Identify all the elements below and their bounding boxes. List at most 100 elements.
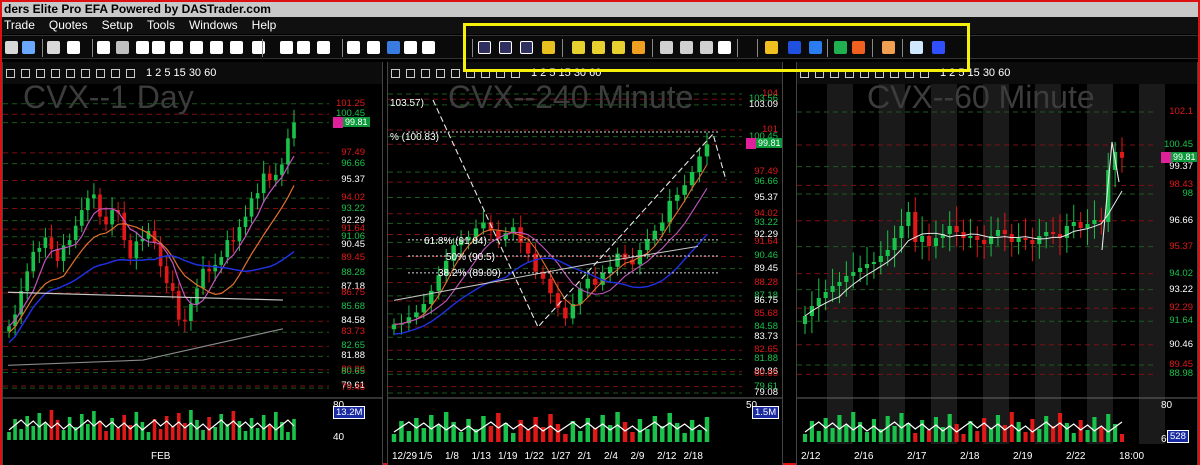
mail-icon[interactable] <box>404 41 417 54</box>
price-axis-label: 88.28 <box>341 266 365 278</box>
candle-body <box>823 292 828 298</box>
volume-bar <box>1119 434 1125 442</box>
price-chart[interactable] <box>797 62 1198 465</box>
select-icon[interactable] <box>297 41 310 54</box>
list-icon[interactable] <box>67 41 80 54</box>
list-icon[interactable] <box>152 41 165 54</box>
price-axis-label: 80.65 <box>754 368 778 380</box>
sitemap-icon[interactable] <box>280 41 293 54</box>
price-axis-label: 89.45 <box>754 262 778 274</box>
list-icon[interactable] <box>47 41 60 54</box>
volume-bar <box>183 423 187 440</box>
volume-bar <box>933 417 939 442</box>
x-axis-label: 2/17 <box>907 451 927 462</box>
price-axis-label: 96.66 <box>341 157 365 169</box>
menu-windows[interactable]: Windows <box>189 17 238 34</box>
video-icon[interactable] <box>387 41 400 54</box>
window-icon[interactable] <box>422 41 435 54</box>
fibonacci-label: 103.57) <box>390 98 424 109</box>
x-axis-label: 2/1 <box>577 451 592 462</box>
globe-icon[interactable] <box>22 41 35 54</box>
candle-body <box>267 173 272 181</box>
session-shading <box>983 84 1009 444</box>
chart-pane-daily[interactable]: 1 2 5 15 30 60CVX--1 Day101.25100.4599.8… <box>2 62 383 465</box>
grid-icon[interactable] <box>317 41 330 54</box>
alarm-icon[interactable] <box>367 41 380 54</box>
chart-pane-60min[interactable]: 1 2 5 15 30 60 CVX--60 Minute 102.1 100.45 9… <box>796 62 1198 465</box>
link-icon[interactable] <box>116 41 129 54</box>
help-icon[interactable] <box>230 41 243 54</box>
volume-bar <box>995 415 1001 442</box>
candle-body <box>86 198 90 211</box>
volume-bar <box>79 414 84 440</box>
volume-bar <box>968 421 973 442</box>
x-axis-label: 2/12 <box>801 451 821 462</box>
menu-quotes[interactable]: Quotes <box>49 17 88 34</box>
x-axis-label: 1/5 <box>418 451 433 462</box>
candle-body <box>481 222 486 229</box>
volume-bar <box>674 423 680 442</box>
volume-bar <box>231 411 236 440</box>
chart-pane-240min[interactable]: 1 2 5 15 30 60 CVX--240 Minute 104 103.56 10… <box>387 62 783 465</box>
toolbar-separator <box>342 39 343 57</box>
volume-bar <box>511 433 516 442</box>
price-axis-label: 85.68 <box>754 307 778 319</box>
candle-body <box>1085 224 1090 228</box>
volume-bar <box>25 416 30 440</box>
chart-icon[interactable] <box>190 41 203 54</box>
window-title: ders Elite Pro EFA Powered by DASTrader.… <box>2 2 1198 17</box>
menu-help[interactable]: Help <box>252 17 277 34</box>
price-chart[interactable] <box>3 62 383 465</box>
volume-bar <box>443 412 449 442</box>
candle-body <box>802 316 808 324</box>
volume-bar <box>249 418 254 440</box>
last-price-badge: 99.81 <box>1171 151 1197 162</box>
session-shading <box>879 84 905 444</box>
volume-bar <box>1085 430 1090 442</box>
candle-body <box>968 236 973 238</box>
toolbar-separator <box>42 39 43 57</box>
chart-icon[interactable] <box>170 41 183 54</box>
volume-bar <box>43 423 48 440</box>
menu-tools[interactable]: Tools <box>147 17 175 34</box>
candle-body <box>37 247 42 252</box>
x-axis-label: 2/18 <box>683 451 703 462</box>
menu-setup[interactable]: Setup <box>102 17 133 34</box>
price-chart[interactable] <box>388 62 783 465</box>
info-icon[interactable] <box>136 41 149 54</box>
candle-body <box>7 326 11 332</box>
lock-icon[interactable] <box>5 41 18 54</box>
session-shading <box>931 84 957 444</box>
candle-body <box>995 230 1001 236</box>
candle-body <box>592 278 598 285</box>
candle-body <box>585 278 590 289</box>
candle-body <box>49 237 54 250</box>
volume-bar <box>7 432 11 440</box>
clock-icon[interactable] <box>97 41 110 54</box>
candle-body <box>926 236 932 246</box>
volume-bar <box>645 429 650 442</box>
volume-bar <box>176 413 181 440</box>
volume-bar <box>697 430 702 442</box>
volume-badge: 13.2M <box>333 406 366 419</box>
candle-body <box>207 268 211 272</box>
clock-icon[interactable] <box>347 41 360 54</box>
session-shading <box>1087 84 1113 444</box>
candle-body <box>1016 238 1021 242</box>
candle-body <box>55 249 60 261</box>
volume-bar <box>13 419 17 440</box>
candle-body <box>280 164 284 175</box>
chart-icon[interactable] <box>210 41 223 54</box>
volume-bar <box>466 419 471 442</box>
candle-body <box>201 268 205 289</box>
dollar-icon[interactable] <box>252 41 265 54</box>
volume-bar <box>906 423 911 442</box>
price-axis-label: 90.46 <box>1169 338 1193 350</box>
candle-body <box>704 144 710 157</box>
price-axis-label: 90.46 <box>754 250 778 262</box>
menu-trade[interactable]: Trade <box>4 17 35 34</box>
volume-bar <box>816 431 821 442</box>
price-axis-label: 83.73 <box>341 326 365 338</box>
volume-bar <box>600 415 605 442</box>
volume-bar <box>607 425 613 442</box>
